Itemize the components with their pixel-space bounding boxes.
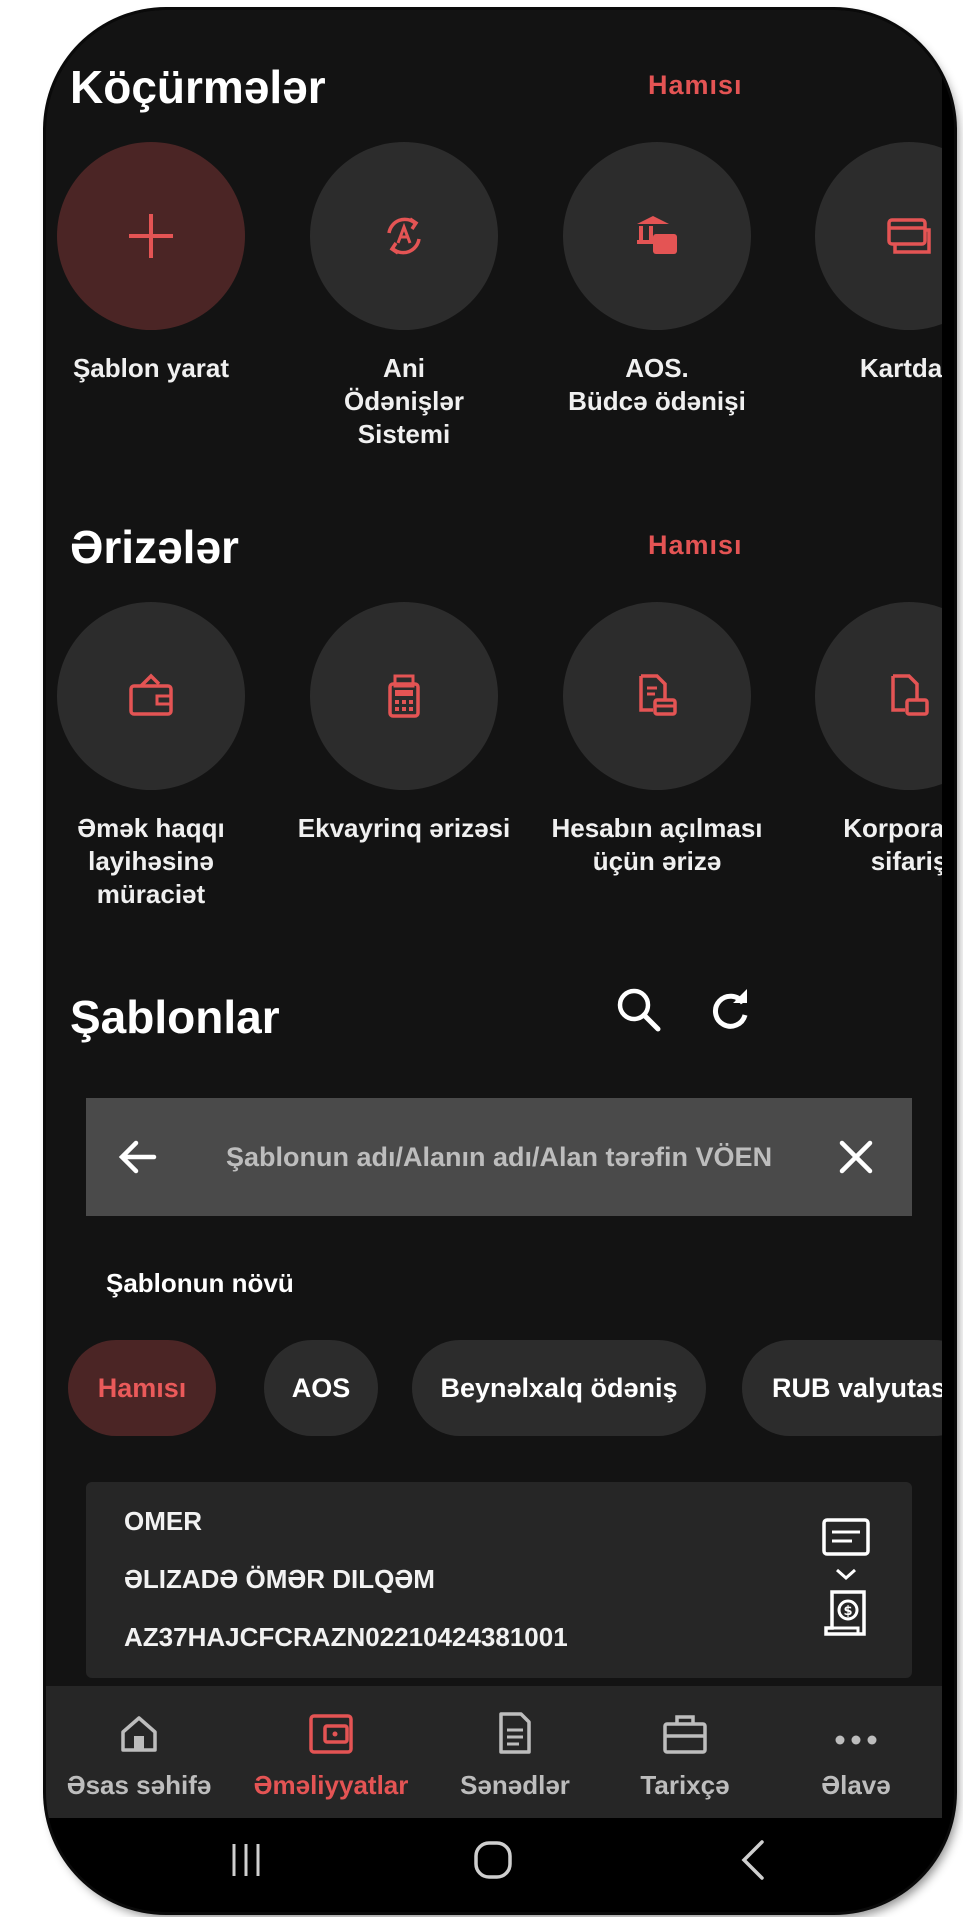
more-icon — [835, 1735, 877, 1745]
application-tile-corporate-order[interactable]: Korporativ sifariş — [784, 602, 942, 878]
tile-label: Ekvayrinq ərizəsi — [297, 813, 511, 843]
wallet-icon — [129, 673, 173, 716]
phone-bezel-edge — [942, 10, 954, 1912]
document-card-icon — [639, 674, 677, 716]
home-button-icon[interactable] — [471, 1838, 515, 1882]
transfer-tile-instant-payments[interactable]: Ani Ödənişlər Sistemi — [279, 142, 529, 451]
wallet-card-icon — [309, 1714, 353, 1754]
document-icon — [499, 1712, 531, 1754]
tile-label: Əmək haqqı layihəsinə müraciət — [77, 813, 225, 909]
filter-chip-rub[interactable]: RUB valyutası — [742, 1340, 942, 1436]
search-icon — [617, 988, 661, 1032]
refresh-icon — [712, 989, 748, 1029]
template-type-label: Şablonun növü — [106, 1268, 294, 1298]
nav-item-history[interactable]: Tarixçə — [600, 1686, 770, 1818]
nav-label: Əlavə — [821, 1770, 891, 1800]
tile-label: AOS. Büdcə ödənişi — [568, 353, 746, 416]
templates-title: Şablonlar — [70, 991, 280, 1043]
salary-project-circle — [57, 602, 245, 790]
instant-payments-circle — [310, 142, 498, 330]
refresh-button[interactable] — [700, 980, 760, 1040]
briefcase-icon — [663, 1715, 707, 1754]
corporate-order-circle — [815, 602, 942, 790]
tile-label: Şablon yarat — [72, 353, 230, 383]
payment-order-icon[interactable] — [820, 1516, 872, 1560]
transfers-see-all-link[interactable]: Hamısı — [648, 70, 743, 101]
applications-title: Ərizələr — [70, 521, 239, 573]
nav-label: Sənədlər — [460, 1770, 570, 1800]
nav-item-documents[interactable]: Sənədlər — [430, 1686, 600, 1818]
pos-terminal-icon — [388, 674, 420, 718]
transfers-title: Köçürmələr — [70, 61, 326, 113]
chevron-down-icon[interactable] — [833, 1566, 859, 1582]
template-search-input[interactable] — [226, 1132, 786, 1182]
plus-icon — [129, 214, 173, 258]
nav-label: Əməliyyatlar — [253, 1770, 409, 1800]
transfer-tile-budget-payment[interactable]: AOS. Büdcə ödənişi — [532, 142, 782, 418]
nav-item-home[interactable]: Əsas səhifə — [46, 1686, 232, 1818]
nav-item-operations[interactable]: Əməliyyatlar — [232, 1686, 430, 1818]
home-icon — [121, 1716, 157, 1752]
system-navigation-bar — [46, 1818, 942, 1912]
receipt-icon[interactable]: $ — [820, 1588, 872, 1642]
acquiring-circle — [310, 602, 498, 790]
filter-chip-all[interactable]: Hamısı — [68, 1340, 216, 1436]
budget-payment-circle — [563, 142, 751, 330]
account-opening-circle — [563, 602, 751, 790]
tile-label: Korporativ sifariş — [843, 813, 942, 876]
filter-chip-aos[interactable]: AOS — [264, 1340, 378, 1436]
recent-apps-icon[interactable] — [226, 1840, 266, 1880]
phone-frame: Köçürmələr Hamısı Şablon yarat Ani Ödəni… — [46, 10, 954, 1912]
filter-chip-international[interactable]: Beynəlxalq ödəniş — [412, 1340, 706, 1436]
tile-label: Hesabın açılması üçün ərizə — [551, 813, 763, 876]
tile-label: Ani Ödənişlər Sistemi — [344, 353, 464, 449]
close-icon[interactable] — [826, 1127, 886, 1187]
card-icon — [887, 218, 931, 254]
nav-label: Əsas səhifə — [66, 1770, 212, 1800]
instant-payment-icon — [387, 217, 421, 255]
application-tile-acquiring[interactable]: Ekvayrinq ərizəsi — [279, 602, 529, 845]
app-screen: Köçürmələr Hamısı Şablon yarat Ani Ödəni… — [46, 10, 942, 1912]
applications-see-all-link[interactable]: Hamısı — [648, 530, 743, 561]
nav-item-more[interactable]: Əlavə — [770, 1686, 942, 1818]
from-card-circle — [815, 142, 942, 330]
template-card[interactable]: OMER ƏLIZADƏ ÖMƏR DILQƏM AZ37HAJCFCRAZN0… — [86, 1482, 912, 1678]
search-button[interactable] — [609, 980, 669, 1040]
nav-label: Tarixçə — [640, 1770, 730, 1800]
template-iban: AZ37HAJCFCRAZN02210424381001 — [124, 1622, 568, 1652]
transfer-tile-create-template[interactable]: Şablon yarat — [46, 142, 276, 385]
application-tile-salary-project[interactable]: Əmək haqqı layihəsinə müraciət — [46, 602, 276, 911]
back-arrow-icon[interactable] — [108, 1127, 168, 1187]
application-tile-account-opening[interactable]: Hesabın açılması üçün ərizə — [532, 602, 782, 878]
template-name: OMER — [124, 1506, 202, 1536]
template-search-bar — [86, 1098, 912, 1216]
bottom-navigation: Əsas səhifə Əməliyyatlar Sənədlər Tarixç… — [46, 1686, 942, 1818]
document-icon — [891, 674, 929, 716]
create-template-circle — [57, 142, 245, 330]
template-recipient: ƏLIZADƏ ÖMƏR DILQƏM — [124, 1564, 435, 1594]
svg-text:$: $ — [843, 1604, 852, 1619]
tile-label: Kartdan — [859, 353, 942, 383]
back-icon[interactable] — [734, 1838, 774, 1882]
transfer-tile-from-card[interactable]: Kartdan — [784, 142, 942, 385]
budget-payment-icon — [637, 216, 677, 254]
